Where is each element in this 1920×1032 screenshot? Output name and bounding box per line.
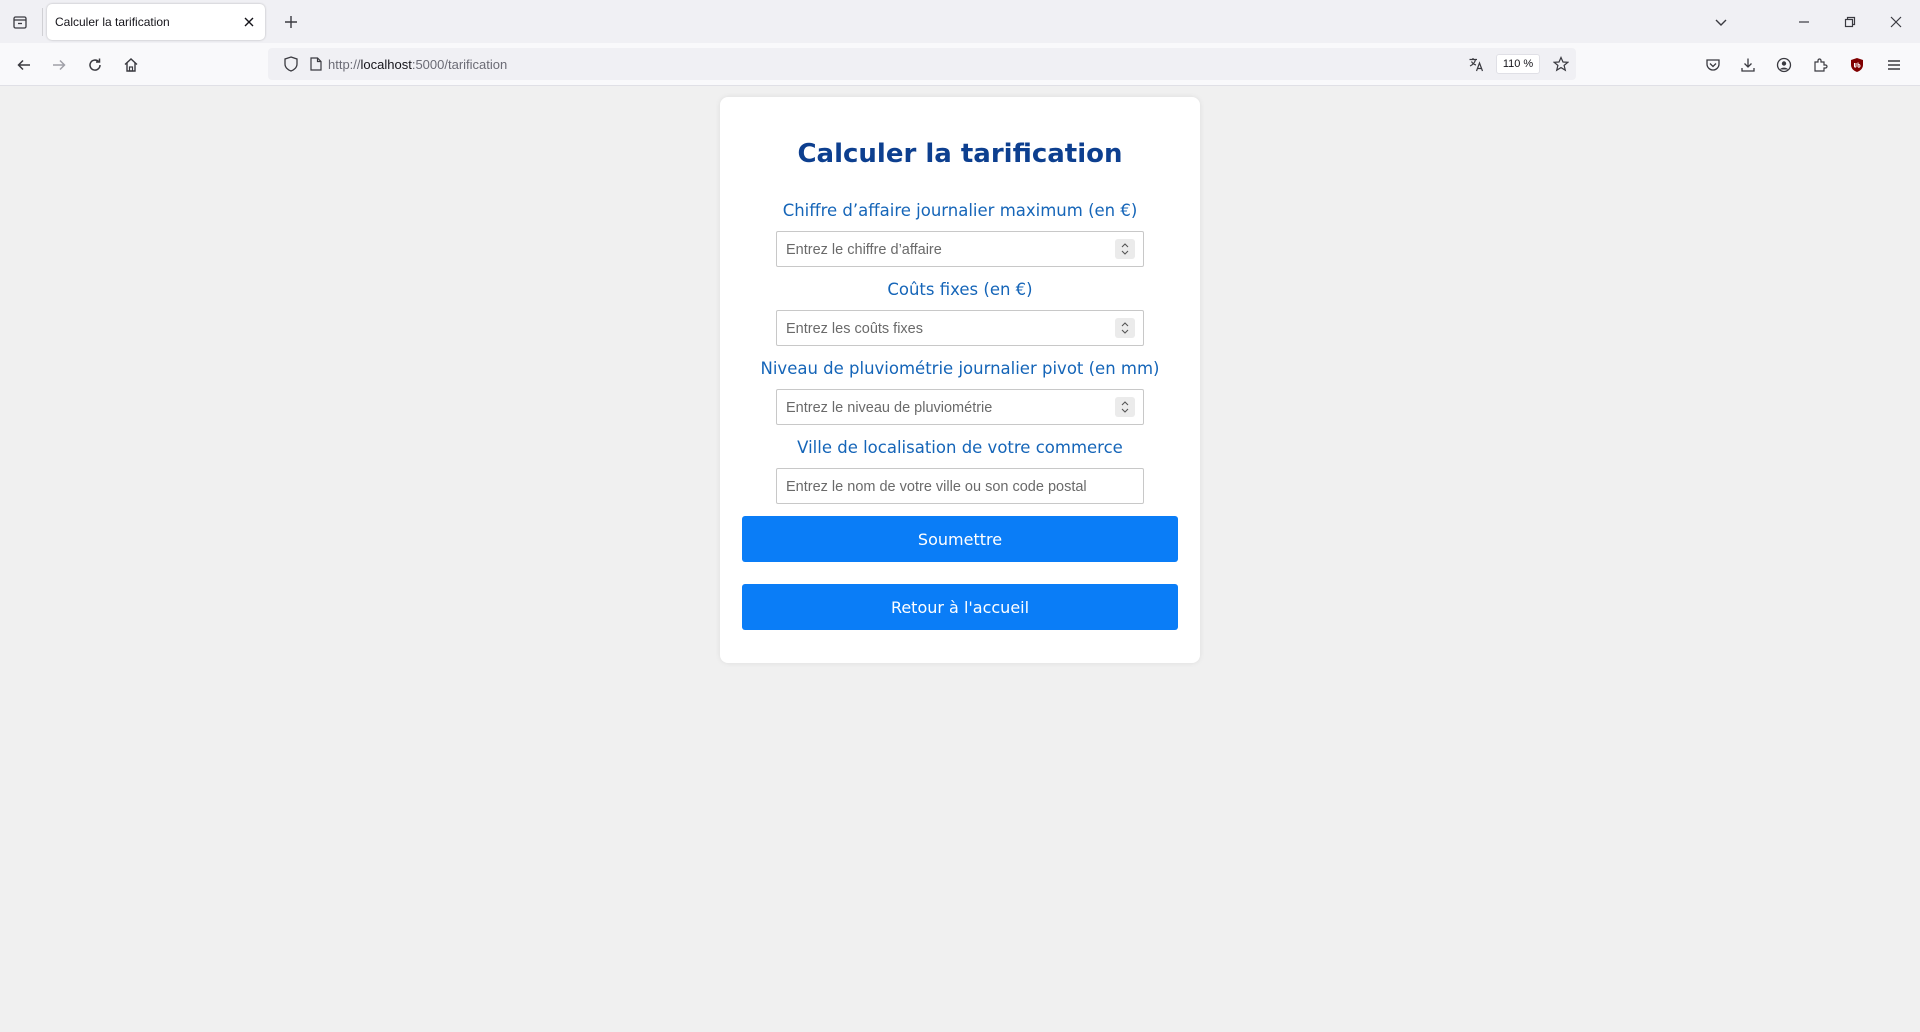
tab-separator xyxy=(42,8,43,36)
forward-icon[interactable] xyxy=(44,50,74,80)
tab-title: Calculer la tarification xyxy=(55,15,170,29)
fixed-costs-label: Coûts fixes (en €) xyxy=(887,280,1033,299)
number-spinner-icon[interactable] xyxy=(1115,318,1135,338)
close-tab-icon[interactable] xyxy=(239,12,259,32)
back-icon[interactable] xyxy=(9,50,39,80)
close-window-icon[interactable] xyxy=(1882,8,1910,36)
zoom-level-badge[interactable]: 110 % xyxy=(1496,54,1540,74)
submit-button[interactable]: Soumettre xyxy=(742,516,1178,562)
active-tab[interactable]: Calculer la tarification xyxy=(47,4,265,40)
page-title: Calculer la tarification xyxy=(797,139,1123,169)
page-info-icon[interactable] xyxy=(306,54,326,74)
translate-icon[interactable] xyxy=(1466,54,1486,74)
bookmark-star-icon[interactable] xyxy=(1551,54,1571,74)
city-placeholder: Entrez le nom de votre ville ou son code… xyxy=(786,479,1087,495)
tab-list-icon[interactable] xyxy=(8,10,32,34)
rainfall-input[interactable]: Entrez le niveau de pluviométrie xyxy=(776,389,1144,425)
reload-icon[interactable] xyxy=(80,50,110,80)
extensions-icon[interactable] xyxy=(1805,50,1835,80)
number-spinner-icon[interactable] xyxy=(1115,397,1135,417)
revenue-input[interactable]: Entrez le chiffre d’affaire xyxy=(776,231,1144,267)
rainfall-placeholder: Entrez le niveau de pluviométrie xyxy=(786,400,993,416)
number-spinner-icon[interactable] xyxy=(1115,239,1135,259)
back-home-button[interactable]: Retour à l'accueil xyxy=(742,584,1178,630)
shield-icon[interactable] xyxy=(281,54,301,74)
url-bar[interactable]: http://localhost:5000/tarification 110 % xyxy=(268,48,1576,80)
restore-icon[interactable] xyxy=(1836,8,1864,36)
downloads-icon[interactable] xyxy=(1733,50,1763,80)
revenue-placeholder: Entrez le chiffre d’affaire xyxy=(786,242,942,258)
city-label: Ville de localisation de votre commerce xyxy=(797,438,1123,457)
url-text[interactable]: http://localhost:5000/tarification xyxy=(328,57,507,72)
url-host: localhost xyxy=(360,57,412,72)
fixed-costs-input[interactable]: Entrez les coûts fixes xyxy=(776,310,1144,346)
list-all-tabs-icon[interactable] xyxy=(1707,8,1735,36)
minimize-icon[interactable] xyxy=(1790,8,1818,36)
new-tab-icon[interactable] xyxy=(279,10,303,34)
pocket-icon[interactable] xyxy=(1698,50,1728,80)
url-path: :5000/tarification xyxy=(411,57,508,72)
url-scheme: http:// xyxy=(328,57,361,72)
menu-icon[interactable] xyxy=(1879,50,1909,80)
tab-bar: Calculer la tarification xyxy=(0,0,1920,43)
fixed-costs-placeholder: Entrez les coûts fixes xyxy=(786,321,923,337)
pricing-form-card: Calculer la tarification Chiffre d’affai… xyxy=(720,97,1200,663)
account-icon[interactable] xyxy=(1769,50,1799,80)
ublock-shield-icon[interactable] xyxy=(1842,50,1872,80)
home-icon[interactable] xyxy=(116,50,146,80)
city-input[interactable]: Entrez le nom de votre ville ou son code… xyxy=(776,468,1144,504)
navigation-bar: http://localhost:5000/tarification 110 % xyxy=(0,43,1920,86)
revenue-label: Chiffre d’affaire journalier maximum (en… xyxy=(782,201,1138,220)
rainfall-label: Niveau de pluviométrie journalier pivot … xyxy=(760,359,1160,378)
